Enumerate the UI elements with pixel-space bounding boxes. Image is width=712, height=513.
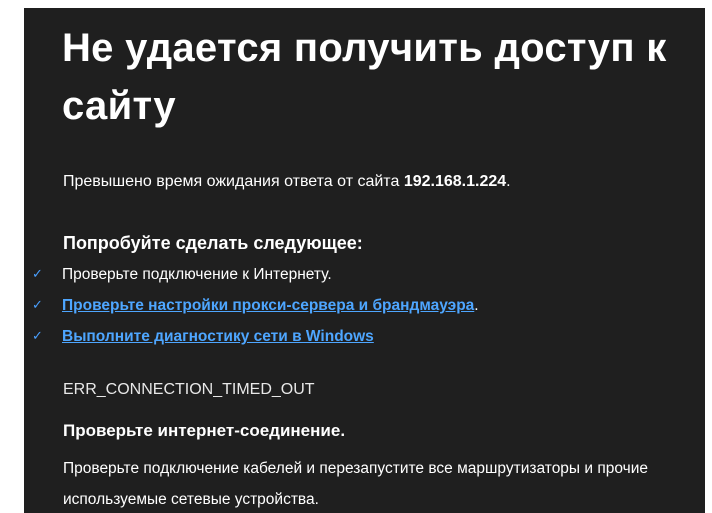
suggestion-text: Проверьте подключение к Интернету.: [62, 266, 332, 283]
suggestion-check-connection: ✓ Проверьте подключение к Интернету.: [32, 259, 479, 290]
error-code: ERR_CONNECTION_TIMED_OUT: [63, 381, 315, 398]
suggestions-heading: Попробуйте сделать следующее:: [63, 233, 363, 253]
host-address: 192.168.1.224: [403, 173, 507, 190]
suggestions-list: ✓ Проверьте подключение к Интернету. ✓ Про…: [32, 259, 479, 352]
proxy-firewall-settings-link[interactable]: Проверьте настройки прокси-сервера и бра…: [62, 297, 474, 314]
page-title: Не удается получить доступ к сайту: [62, 26, 667, 128]
windows-network-diagnostics-link[interactable]: Выполните диагностику сети в Windows: [62, 328, 374, 345]
error-description-text: Превышено время ожидания ответа от сайта: [63, 173, 400, 190]
checkmark-icon: ✓: [32, 267, 43, 282]
error-description: Превышено время ожидания ответа от сайта…: [63, 171, 511, 193]
error-page: Не удается получить доступ к сайту Превы…: [24, 8, 705, 513]
internet-check-description: Проверьте подключение кабелей и перезапу…: [63, 460, 648, 508]
suggestion-network-diagnostics: ✓ Выполните диагностику сети в Windows: [32, 321, 479, 352]
error-description-end: .: [506, 173, 511, 190]
suggestion-proxy-firewall: ✓ Проверьте настройки прокси-сервера и бр…: [32, 290, 479, 321]
suggestion-punctuation: .: [474, 297, 479, 314]
checkmark-icon: ✓: [32, 329, 43, 344]
checkmark-icon: ✓: [32, 298, 43, 313]
internet-check-heading: Проверьте интернет-соединение.: [63, 421, 346, 440]
screen: Не удается получить доступ к сайту Превы…: [0, 0, 712, 513]
